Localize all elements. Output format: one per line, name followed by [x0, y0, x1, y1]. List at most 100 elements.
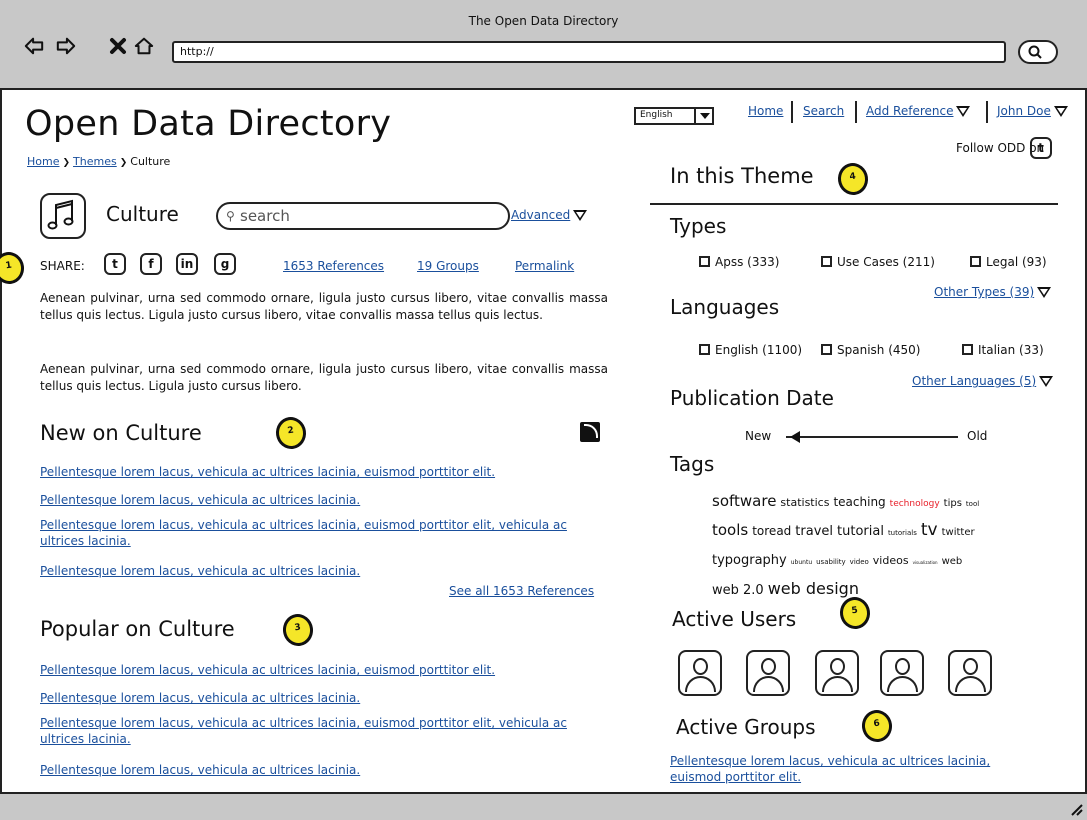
- facebook-icon[interactable]: f: [140, 253, 162, 275]
- language-option-label: Italian (33): [978, 343, 1044, 357]
- popular-reference-link[interactable]: Pellentesque lorem lacus, vehicula ac ul…: [40, 762, 610, 778]
- language-checkbox[interactable]: Spanish (450): [821, 343, 920, 357]
- language-select[interactable]: English: [634, 107, 714, 125]
- tag-link[interactable]: technology: [890, 499, 940, 509]
- checkbox-box: [962, 344, 973, 355]
- nav-user-menu[interactable]: John Doe: [997, 104, 1068, 118]
- see-all-references-link[interactable]: See all 1653 References: [449, 584, 594, 598]
- home-icon[interactable]: [134, 36, 154, 56]
- url-bar[interactable]: http://: [172, 41, 1006, 63]
- triangle-down-icon: [956, 106, 971, 117]
- active-group-link[interactable]: Pellentesque lorem lacus, vehicula ac ul…: [670, 753, 1040, 785]
- avatar[interactable]: [880, 650, 924, 696]
- breadcrumb-themes[interactable]: Themes: [73, 155, 117, 168]
- publication-date-slider[interactable]: [786, 436, 958, 438]
- forward-arrow-icon[interactable]: [56, 36, 76, 56]
- chevron-right-icon: ❯: [62, 158, 71, 168]
- triangle-down-icon: [573, 210, 588, 221]
- popular-reference-link[interactable]: Pellentesque lorem lacus, vehicula ac ul…: [40, 662, 610, 678]
- tag-link[interactable]: web: [942, 556, 963, 567]
- type-option-label: Apss (333): [715, 255, 780, 269]
- tag-link[interactable]: teaching: [833, 495, 885, 509]
- add-reference-label: Add Reference: [866, 104, 954, 118]
- checkbox-box: [970, 256, 981, 267]
- breadcrumb-home[interactable]: Home: [27, 155, 59, 168]
- rss-icon[interactable]: [580, 422, 600, 442]
- tag-link[interactable]: travel: [795, 524, 833, 539]
- language-checkbox[interactable]: English (1100): [699, 343, 802, 357]
- search-input[interactable]: ⚲ search: [216, 202, 510, 230]
- checkbox-box: [699, 344, 710, 355]
- new-reference-link[interactable]: Pellentesque lorem lacus, vehicula ac ul…: [40, 464, 610, 480]
- nav-search-link[interactable]: Search: [803, 104, 844, 118]
- avatar[interactable]: [815, 650, 859, 696]
- tag-link[interactable]: videos: [873, 554, 909, 567]
- search-placeholder: search: [240, 207, 290, 225]
- language-checkbox[interactable]: Italian (33): [962, 343, 1044, 357]
- nav-divider: [855, 101, 857, 123]
- slider-thumb[interactable]: [789, 431, 800, 443]
- tag-link[interactable]: web 2.0: [712, 583, 764, 598]
- tag-link[interactable]: tool: [966, 500, 979, 508]
- tag-link[interactable]: tools: [712, 521, 748, 539]
- type-checkbox[interactable]: Legal (93): [970, 255, 1047, 269]
- nav-add-reference-menu[interactable]: Add Reference: [866, 104, 971, 118]
- description-paragraph: Aenean pulvinar, urna sed commodo ornare…: [40, 362, 608, 393]
- google-icon[interactable]: g: [214, 253, 236, 275]
- back-arrow-icon[interactable]: [24, 36, 44, 56]
- chevron-right-icon: ❯: [119, 158, 128, 168]
- resize-grip-icon[interactable]: [1069, 802, 1083, 816]
- tag-link[interactable]: ubuntu: [791, 559, 812, 566]
- tag-link[interactable]: tutorials: [888, 529, 917, 537]
- avatar[interactable]: [678, 650, 722, 696]
- triangle-down-icon: [1037, 287, 1052, 298]
- type-checkbox[interactable]: Use Cases (211): [821, 255, 935, 269]
- popular-reference-link[interactable]: Pellentesque lorem lacus, vehicula ac ul…: [40, 690, 610, 706]
- popular-reference-link[interactable]: Pellentesque lorem lacus, vehicula ac ul…: [40, 715, 610, 747]
- tag-link[interactable]: usability: [816, 558, 846, 566]
- tag-link[interactable]: twitter: [942, 527, 975, 538]
- tag-link[interactable]: web design: [768, 579, 859, 598]
- tag-link[interactable]: tips: [944, 498, 962, 509]
- advanced-search-link[interactable]: Advanced: [511, 208, 588, 222]
- checkbox-box: [821, 344, 832, 355]
- new-reference-link[interactable]: Pellentesque lorem lacus, vehicula ac ul…: [40, 563, 610, 579]
- new-reference-link[interactable]: Pellentesque lorem lacus, vehicula ac ul…: [40, 492, 610, 508]
- twitter-icon[interactable]: t: [1030, 137, 1052, 159]
- in-this-theme-title: In this Theme: [670, 164, 814, 188]
- publication-date-title: Publication Date: [670, 386, 834, 410]
- nav-divider: [986, 101, 988, 123]
- theme-title: Culture: [106, 202, 179, 226]
- types-facet-title: Types: [670, 214, 727, 238]
- language-option-label: English (1100): [715, 343, 803, 357]
- new-reference-link[interactable]: Pellentesque lorem lacus, vehicula ac ul…: [40, 517, 610, 549]
- tag-link[interactable]: visualization: [913, 560, 938, 565]
- triangle-down-icon: [1053, 106, 1068, 117]
- avatar[interactable]: [746, 650, 790, 696]
- permalink-link[interactable]: Permalink: [515, 259, 574, 273]
- groups-count-link[interactable]: 19 Groups: [417, 259, 479, 273]
- references-count-link[interactable]: 1653 References: [283, 259, 384, 273]
- tag-link[interactable]: tv: [921, 520, 938, 540]
- checkbox-box: [699, 256, 710, 267]
- linkedin-icon[interactable]: in: [176, 253, 198, 275]
- new-section-title: New on Culture: [40, 421, 202, 445]
- other-types-link[interactable]: Other Types (39): [934, 285, 1052, 299]
- search-icon: ⚲: [226, 209, 235, 223]
- tag-link[interactable]: tutorial: [837, 524, 884, 539]
- avatar[interactable]: [948, 650, 992, 696]
- tag-link[interactable]: typography: [712, 553, 787, 568]
- tag-link[interactable]: video: [850, 558, 869, 566]
- twitter-icon[interactable]: t: [104, 253, 126, 275]
- nav-divider: [791, 101, 793, 123]
- tag-link[interactable]: software: [712, 492, 776, 510]
- description-paragraph: Aenean pulvinar, urna sed commodo ornare…: [40, 291, 608, 322]
- stop-icon[interactable]: [108, 36, 128, 56]
- other-languages-link[interactable]: Other Languages (5): [912, 374, 1054, 388]
- browser-search-button[interactable]: [1018, 40, 1058, 64]
- tag-link[interactable]: toread: [752, 524, 791, 538]
- nav-home-link[interactable]: Home: [748, 104, 783, 118]
- type-checkbox[interactable]: Apss (333): [699, 255, 779, 269]
- tag-link[interactable]: statistics: [780, 496, 829, 509]
- active-groups-title: Active Groups: [676, 715, 816, 739]
